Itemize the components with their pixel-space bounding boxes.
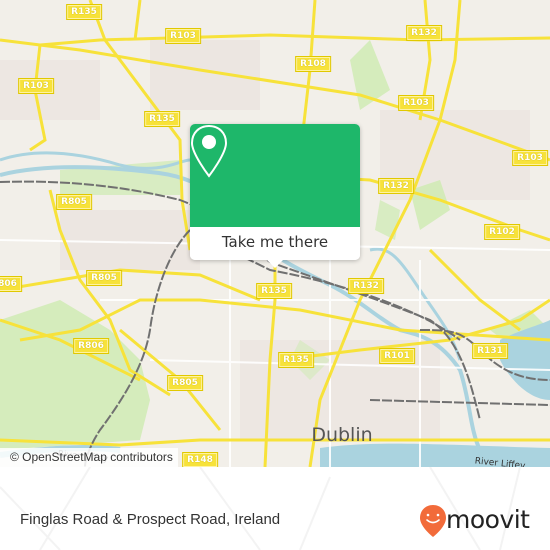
popup-pointer — [267, 260, 283, 268]
location-popup: Take me there — [190, 124, 360, 268]
location-title: Finglas Road & Prospect Road, Ireland — [20, 511, 281, 528]
road-label: R103 — [165, 28, 201, 44]
road-label: R806 — [0, 276, 22, 292]
road-label: R102 — [484, 224, 520, 240]
road-label: R148 — [182, 452, 218, 467]
take-me-there-button[interactable]: Take me there — [190, 227, 360, 260]
road-label: R132 — [378, 178, 414, 194]
road-label: R103 — [18, 78, 54, 94]
road-label: R805 — [86, 270, 122, 286]
road-label: R805 — [167, 375, 203, 391]
road-label: R101 — [379, 348, 415, 364]
road-label: R806 — [73, 338, 109, 354]
road-label: R132 — [348, 278, 384, 294]
map-pin-icon — [190, 124, 228, 178]
moovit-brand[interactable]: moovit — [446, 505, 530, 534]
road-label: R135 — [278, 352, 314, 368]
road-label: R103 — [398, 95, 434, 111]
road-label: R805 — [56, 194, 92, 210]
road-label: R103 — [512, 150, 548, 166]
map-view[interactable]: R135 R103 R103 R135 R132 R108 R103 R103 … — [0, 0, 550, 467]
road-label: R135 — [256, 283, 292, 299]
map-attribution[interactable]: © OpenStreetMap contributors — [0, 448, 178, 467]
road-label: R108 — [295, 56, 331, 72]
popup-header — [190, 124, 360, 227]
road-label: R135 — [144, 111, 180, 127]
road-label: R132 — [406, 25, 442, 41]
city-label-dublin: Dublin — [311, 424, 373, 446]
moovit-pin-icon — [420, 505, 446, 537]
road-label: R131 — [472, 343, 508, 359]
road-label: R135 — [66, 4, 102, 20]
